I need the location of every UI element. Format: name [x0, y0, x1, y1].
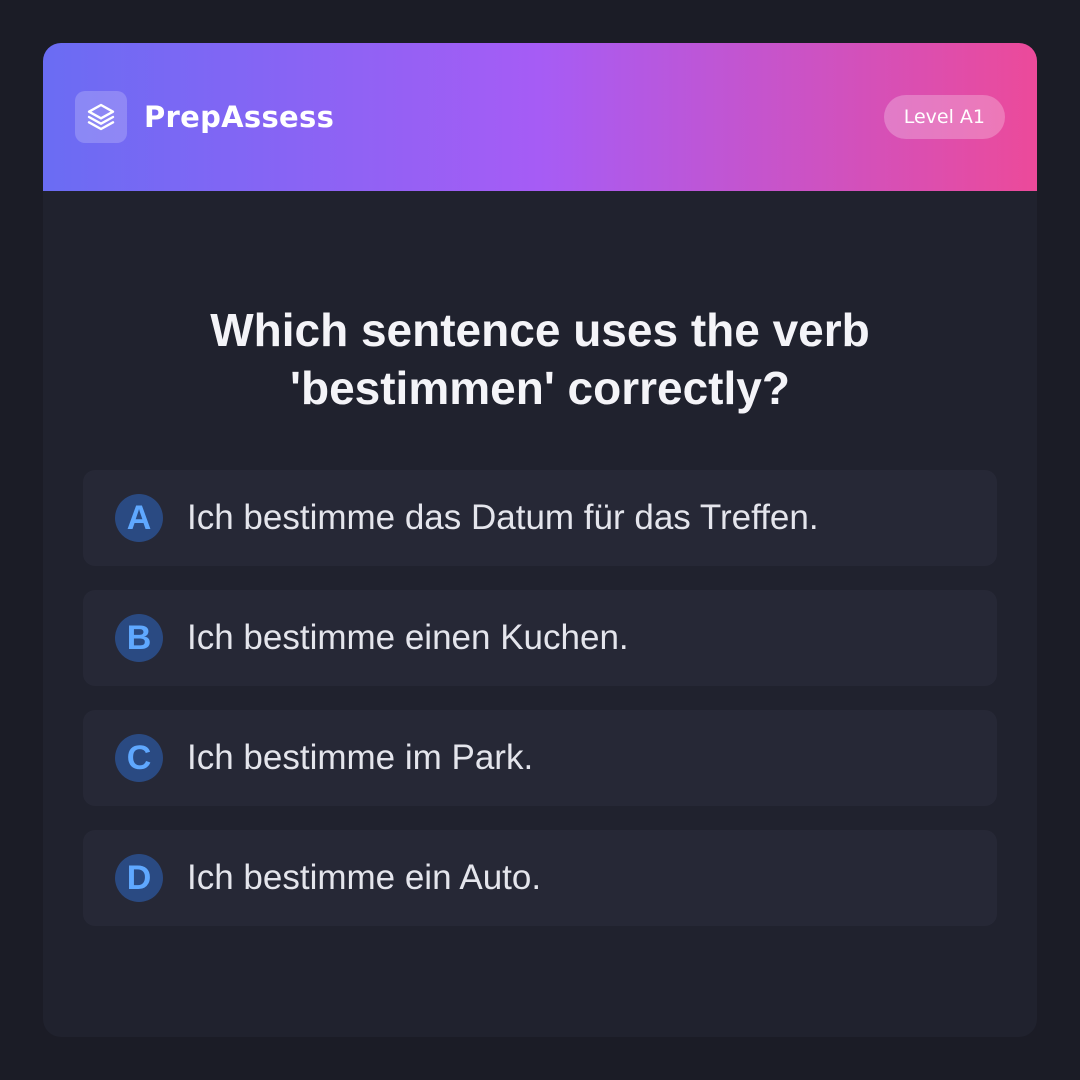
layers-icon: [87, 103, 115, 131]
brand-name: PrepAssess: [144, 100, 335, 134]
quiz-card: PrepAssess Level A1 Which sentence uses …: [43, 43, 1037, 1037]
answer-options: A Ich bestimme das Datum für das Treffen…: [83, 470, 997, 950]
option-text-a: Ich bestimme das Datum für das Treffen.: [187, 498, 819, 537]
quiz-header: PrepAssess Level A1: [43, 43, 1037, 191]
option-a[interactable]: A Ich bestimme das Datum für das Treffen…: [83, 470, 997, 566]
option-letter-b: B: [115, 614, 163, 662]
option-text-d: Ich bestimme ein Auto.: [187, 858, 542, 897]
option-text-c: Ich bestimme im Park.: [187, 738, 534, 777]
question-text: Which sentence uses the verb 'bestimmen'…: [210, 304, 870, 414]
option-text-b: Ich bestimme einen Kuchen.: [187, 618, 629, 657]
option-letter-d: D: [115, 854, 163, 902]
option-letter-a: A: [115, 494, 163, 542]
brand-logo: [75, 91, 127, 143]
option-letter-c: C: [115, 734, 163, 782]
option-b[interactable]: B Ich bestimme einen Kuchen.: [83, 590, 997, 686]
option-d[interactable]: D Ich bestimme ein Auto.: [83, 830, 997, 926]
level-badge: Level A1: [883, 95, 1005, 139]
option-c[interactable]: C Ich bestimme im Park.: [83, 710, 997, 806]
